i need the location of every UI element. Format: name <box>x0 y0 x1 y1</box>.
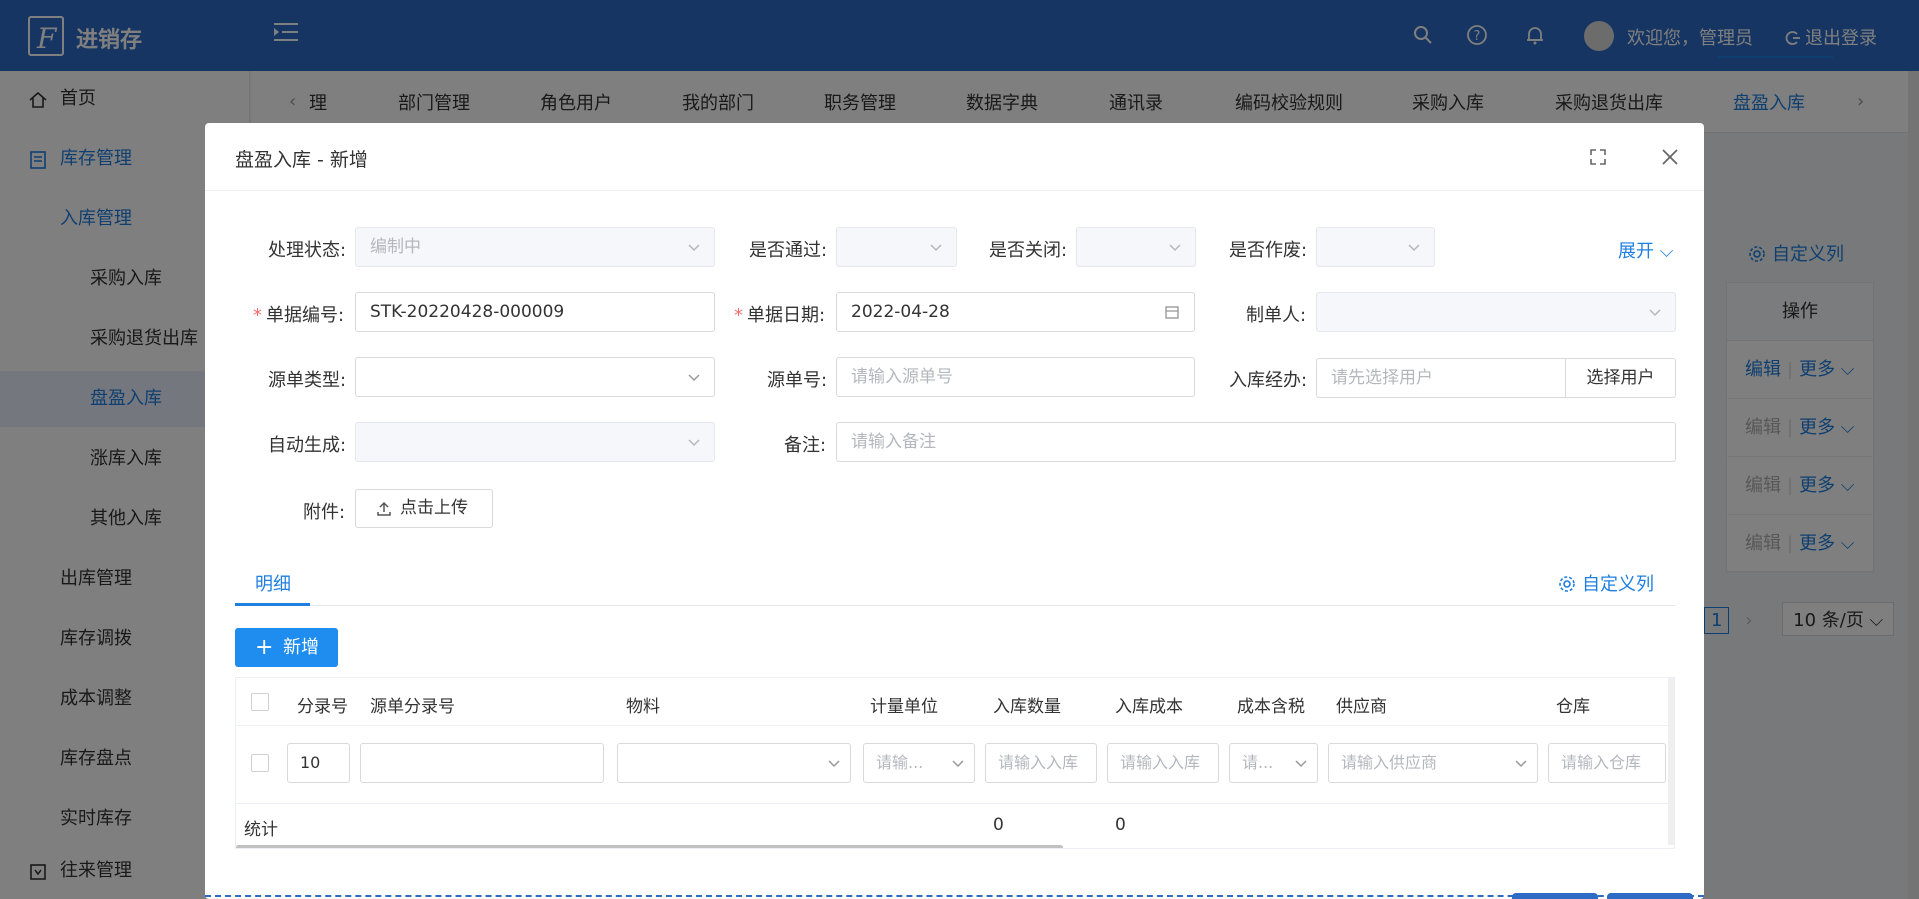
bill-no-label: * 单据编号: <box>253 305 345 326</box>
chevron-down-icon <box>828 760 840 768</box>
chevron-down-icon <box>688 439 700 447</box>
chevron-down-icon <box>1408 244 1420 252</box>
auto-gen-label: 自动生成: <box>268 435 347 456</box>
column-header: 入库成本 <box>1115 697 1183 717</box>
column-header: 供应商 <box>1336 697 1387 717</box>
dialog-footer-edge <box>205 895 1704 899</box>
plus-icon: + <box>255 635 274 660</box>
table-header: 分录号 源单分录号 物料 计量单位 入库数量 入库成本 成本含税 供应商 仓库 <box>236 678 1674 726</box>
footer-button-cancel[interactable] <box>1512 893 1598 899</box>
closed-label: 是否关闭: <box>989 240 1068 261</box>
summary-label: 统计 <box>244 820 278 840</box>
maker-label: 制单人: <box>1246 305 1307 326</box>
source-type-select[interactable] <box>355 357 715 397</box>
footer-button-ok[interactable] <box>1607 893 1693 899</box>
column-header: 仓库 <box>1556 697 1590 717</box>
cost-input[interactable]: 请输入入库 <box>1107 743 1219 783</box>
entry-no-input[interactable]: 10 <box>287 743 350 783</box>
bill-no-input[interactable]: STK-20220428-000009 <box>355 292 715 332</box>
summary-row: 统计 0 0 <box>236 805 1674 845</box>
table-vertical-scrollbar[interactable] <box>1668 678 1674 845</box>
supplier-select[interactable]: 请输入供应商 <box>1328 743 1538 783</box>
handler-input[interactable]: 请先选择用户 <box>1316 358 1566 398</box>
status-select[interactable]: 编制中 <box>355 227 715 267</box>
material-select[interactable] <box>617 743 851 783</box>
close-icon[interactable] <box>1660 147 1680 167</box>
chevron-down-icon <box>1649 309 1661 317</box>
maker-select[interactable] <box>1316 292 1676 332</box>
active-tab-indicator <box>235 603 310 606</box>
add-row-button[interactable]: + 新增 <box>235 628 338 667</box>
source-entry-input[interactable] <box>360 743 604 783</box>
column-header: 源单分录号 <box>370 697 455 717</box>
chevron-down-icon <box>1295 760 1307 768</box>
status-label: 处理状态: <box>268 240 347 261</box>
column-header: 物料 <box>626 697 660 717</box>
source-type-label: 源单类型: <box>268 370 347 391</box>
tax-select[interactable]: 请... <box>1229 743 1318 783</box>
chevron-down-icon <box>930 244 942 252</box>
handler-label: 入库经办: <box>1229 370 1308 391</box>
gear-icon <box>1559 576 1575 592</box>
auto-gen-select[interactable] <box>355 422 715 462</box>
sum-qty: 0 <box>993 815 1004 835</box>
remark-textarea[interactable]: 请输入备注 <box>836 422 1676 462</box>
passed-label: 是否通过: <box>749 240 828 261</box>
dialog-header: 盘盈入库 - 新增 <box>205 123 1704 191</box>
maximize-icon[interactable] <box>1588 147 1608 167</box>
table-row: 10 请输... 请输入入库 请输入入库 请... 请输入供应商 请输入仓库 <box>236 726 1674 804</box>
column-header: 计量单位 <box>870 697 938 717</box>
column-header: 分录号 <box>297 697 348 717</box>
expand-link[interactable]: 展开 ⌵ <box>1618 237 1673 263</box>
warehouse-input[interactable]: 请输入仓库 <box>1548 743 1666 783</box>
attach-label: 附件: <box>303 502 346 523</box>
sum-cost: 0 <box>1115 815 1126 835</box>
remark-label: 备注: <box>784 435 827 456</box>
table-horizontal-scrollbar[interactable] <box>236 845 1063 848</box>
detail-table: 分录号 源单分录号 物料 计量单位 入库数量 入库成本 成本含税 供应商 仓库 … <box>235 677 1675 849</box>
row-checkbox[interactable] <box>251 754 269 772</box>
bill-date-label: * 单据日期: <box>734 305 826 326</box>
column-header: 成本含税 <box>1237 697 1305 717</box>
qty-input[interactable]: 请输入入库 <box>985 743 1097 783</box>
chevron-down-icon <box>952 760 964 768</box>
chevron-down-icon <box>688 374 700 382</box>
dialog-title: 盘盈入库 - 新增 <box>235 149 368 171</box>
chevron-down-icon <box>1515 760 1527 768</box>
tabs-divider <box>235 605 1675 606</box>
detail-custom-columns-button[interactable]: 自定义列 <box>1558 570 1654 596</box>
passed-select[interactable] <box>836 227 957 267</box>
unit-select[interactable]: 请输... <box>863 743 975 783</box>
voided-label: 是否作废: <box>1229 240 1308 261</box>
chevron-down-icon <box>1169 244 1181 252</box>
upload-button[interactable]: 点击上传 <box>355 489 493 528</box>
source-no-label: 源单号: <box>767 370 828 391</box>
select-all-checkbox[interactable] <box>251 693 269 711</box>
closed-select[interactable] <box>1076 227 1196 267</box>
upload-icon <box>377 501 391 516</box>
column-header: 入库数量 <box>993 697 1061 717</box>
source-no-input[interactable]: 请输入源单号 <box>836 357 1195 397</box>
voided-select[interactable] <box>1316 227 1435 267</box>
tab-detail[interactable]: 明细 <box>255 570 291 596</box>
calendar-icon <box>1165 306 1179 319</box>
chevron-down-icon <box>688 244 700 252</box>
bill-date-picker[interactable]: 2022-04-28 <box>836 292 1195 332</box>
select-user-button[interactable]: 选择用户 <box>1565 358 1676 398</box>
custom-columns-label: 自定义列 <box>1582 574 1654 595</box>
